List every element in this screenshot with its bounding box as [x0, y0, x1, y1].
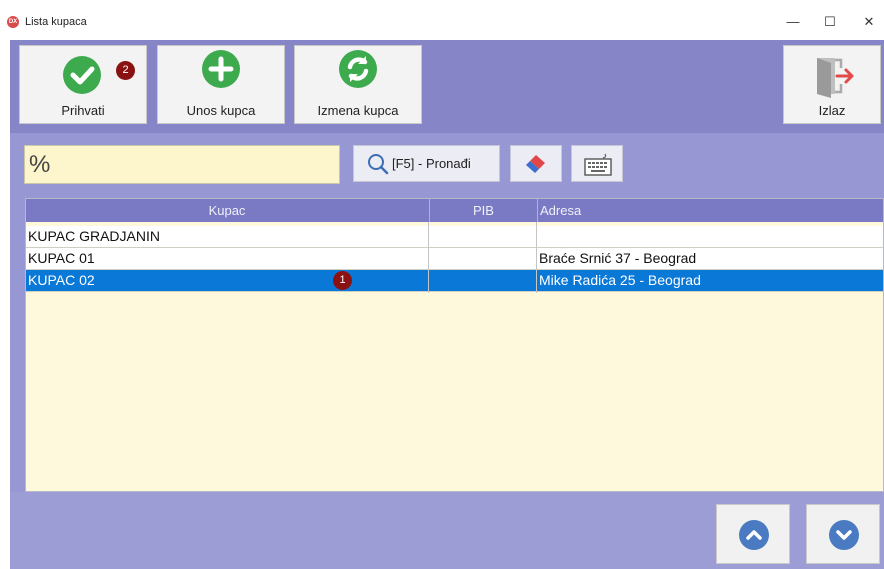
app-logo-icon: DX	[7, 16, 19, 28]
column-divider	[536, 222, 537, 293]
chevron-down-icon	[829, 520, 859, 550]
cell-adresa: Braće Srnić 37 - Beograd	[539, 250, 697, 266]
scroll-up-button[interactable]	[716, 504, 790, 564]
table-row-selected[interactable]: KUPAC 02 1 Mike Radića 25 - Beograd	[26, 270, 883, 292]
clear-button[interactable]	[510, 145, 562, 182]
cell-adresa: Mike Radića 25 - Beograd	[539, 272, 701, 288]
cell-kupac: KUPAC 02	[28, 272, 95, 288]
add-customer-label: Unos kupca	[186, 103, 256, 118]
minimize-button[interactable]: —	[776, 10, 810, 34]
search-input[interactable]: %	[24, 145, 340, 184]
column-header-kupac[interactable]: Kupac	[26, 199, 428, 222]
customer-table[interactable]: Kupac PIB Adresa KUPAC GRADJANIN KUPAC 0…	[25, 198, 884, 492]
table-row[interactable]: KUPAC GRADJANIN	[26, 226, 883, 248]
column-header-adresa[interactable]: Adresa	[537, 199, 883, 222]
column-divider	[428, 222, 429, 293]
check-icon	[63, 56, 101, 94]
refresh-icon	[339, 50, 377, 88]
search-icon	[367, 153, 389, 178]
accept-button[interactable]: 2 Prihvati	[19, 45, 147, 124]
grid-container: Kupac PIB Adresa KUPAC GRADJANIN KUPAC 0…	[10, 195, 884, 492]
keyboard-button[interactable]	[571, 145, 623, 182]
table-row[interactable]: KUPAC 01 Braće Srnić 37 - Beograd	[26, 248, 883, 270]
exit-door-icon	[811, 54, 855, 98]
step-badge: 1	[333, 271, 352, 290]
step-badge: 2	[116, 61, 135, 80]
plus-icon	[202, 50, 240, 88]
edit-customer-label: Izmena kupca	[317, 103, 399, 118]
cell-kupac: KUPAC GRADJANIN	[28, 228, 160, 244]
find-button[interactable]: [F5] - Pronađi	[353, 145, 500, 182]
toolbar: 2 Prihvati Unos kupca Izmena kupca Izlaz	[10, 40, 884, 133]
find-label: [F5] - Pronađi	[392, 156, 471, 171]
scroll-down-button[interactable]	[806, 504, 880, 564]
table-header: Kupac PIB Adresa	[26, 199, 883, 222]
close-button[interactable]: ✕	[852, 10, 884, 34]
column-header-pib[interactable]: PIB	[429, 199, 537, 222]
exit-label: Izlaz	[818, 103, 846, 118]
maximize-button[interactable]: ☐	[813, 10, 847, 34]
bottom-bar	[10, 492, 884, 569]
keyboard-icon	[583, 153, 613, 182]
search-bar: % [F5] - Pronađi	[10, 133, 884, 195]
accept-label: Prihvati	[61, 103, 105, 118]
eraser-icon	[524, 153, 548, 180]
title-bar: DX Lista kupaca — ☐ ✕	[0, 0, 884, 40]
chevron-up-icon	[739, 520, 769, 550]
window-title: Lista kupaca	[25, 16, 87, 28]
cell-kupac: KUPAC 01	[28, 250, 95, 266]
edit-customer-button[interactable]: Izmena kupca	[294, 45, 422, 124]
add-customer-button[interactable]: Unos kupca	[157, 45, 285, 124]
exit-button[interactable]: Izlaz	[783, 45, 881, 124]
